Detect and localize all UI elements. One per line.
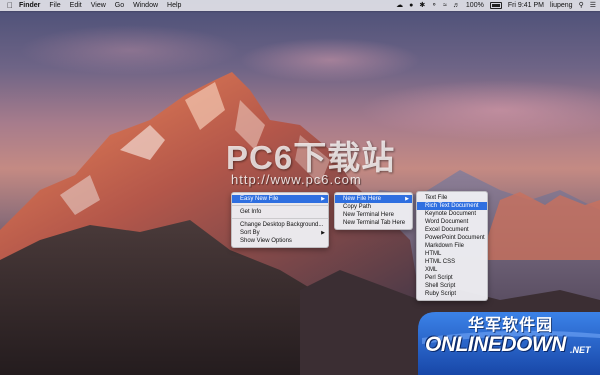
submenu-arrow-icon: ▶ [321, 196, 325, 202]
menu-item-easy-new-file[interactable]: Easy New File ▶ [232, 195, 328, 203]
menu-item-label: Text File [425, 195, 448, 201]
menu-item-label: XML [425, 267, 438, 273]
menu-item-get-info[interactable]: Get Info [232, 208, 328, 216]
logo-chinese-text: 华军软件园 [468, 317, 554, 334]
volume-icon[interactable]: ♬ [453, 0, 460, 11]
menu-item-label: Get Info [240, 209, 262, 215]
menu-item-label: Copy Path [343, 204, 372, 210]
menu-item-label: Keynote Document [425, 211, 477, 217]
menu-view[interactable]: View [91, 0, 106, 11]
menu-item-label: Show View Options [240, 238, 292, 244]
menu-file[interactable]: File [49, 0, 60, 11]
menubar-user[interactable]: liupeng [550, 0, 573, 11]
menu-item-label: Ruby Script [425, 291, 457, 297]
menu-item-word-document[interactable]: Word Document [417, 218, 487, 226]
menubar-status-area: ☁ ● ✱ ⚬ ≈ ♬ 100% Fri 9:41 PM liupeng ⚲ ☰ [390, 0, 596, 11]
menu-help[interactable]: Help [167, 0, 181, 11]
cloud-icon[interactable]: ☁ [396, 0, 403, 11]
search-icon[interactable]: ⚲ [579, 0, 584, 11]
desktop-context-menu: Easy New File ▶ Get Info Change Desktop … [231, 192, 329, 248]
menu-item-new-terminal-here[interactable]: New Terminal Here [335, 211, 412, 219]
menu-item-excel-document[interactable]: Excel Document [417, 226, 487, 234]
menu-item-label: Shell Script [425, 283, 456, 289]
battery-icon[interactable] [489, 2, 502, 9]
bluetooth-icon[interactable]: ✱ [419, 0, 425, 11]
menu-item-copy-path[interactable]: Copy Path [335, 203, 412, 211]
menu-item-label: HTML [425, 251, 442, 257]
menu-item-label: Easy New File [240, 196, 279, 202]
menu-item-label: HTML CSS [425, 259, 456, 265]
menu-separator [232, 205, 328, 206]
battery-percent[interactable]: 100% [466, 0, 484, 11]
menu-item-perl-script[interactable]: Perl Script [417, 274, 487, 282]
menu-go[interactable]: Go [115, 0, 124, 11]
menu-item-new-terminal-tab-here[interactable]: New Terminal Tab Here [335, 219, 412, 227]
menu-item-powerpoint-document[interactable]: PowerPoint Document [417, 234, 487, 242]
menu-item-label: Excel Document [425, 227, 469, 233]
menu-item-ruby-script[interactable]: Ruby Script [417, 290, 487, 298]
watermark-url: http://www.pc6.com [231, 172, 362, 187]
chat-icon[interactable]: ● [409, 0, 413, 11]
menu-item-text-file[interactable]: Text File [417, 194, 487, 202]
menu-item-sort-by[interactable]: Sort By ▶ [232, 229, 328, 237]
menu-separator [232, 218, 328, 219]
menu-bar:  Finder File Edit View Go Window Help ☁… [0, 0, 600, 11]
new-file-here-submenu: Text File Rich Text Document Keynote Doc… [416, 191, 488, 301]
wifi-icon[interactable]: ≈ [443, 0, 447, 11]
menu-item-label: New Terminal Here [343, 212, 394, 218]
menu-item-show-view-options[interactable]: Show View Options [232, 237, 328, 245]
menubar-clock[interactable]: Fri 9:41 PM [508, 0, 544, 11]
submenu-arrow-icon: ▶ [405, 196, 409, 202]
menu-item-label: New Terminal Tab Here [343, 220, 406, 226]
apple-logo-icon[interactable]:  [7, 0, 13, 11]
submenu-arrow-icon: ▶ [321, 230, 325, 236]
menu-item-new-file-here[interactable]: New File Here ▶ [335, 195, 412, 203]
menu-finder[interactable]: Finder [19, 0, 40, 11]
menu-item-change-desktop-background[interactable]: Change Desktop Background... [232, 221, 328, 229]
logo-suffix-text: .NET [570, 345, 591, 355]
menu-item-markdown-file[interactable]: Markdown File [417, 242, 487, 250]
menu-edit[interactable]: Edit [70, 0, 82, 11]
easy-new-file-submenu: New File Here ▶ Copy Path New Terminal H… [334, 192, 413, 230]
logo-english-text: ONLINEDOWN [425, 333, 566, 356]
menu-item-keynote-document[interactable]: Keynote Document [417, 210, 487, 218]
menu-item-label: New File Here [343, 196, 382, 202]
menu-item-label: Perl Script [425, 275, 453, 281]
menu-item-html-css[interactable]: HTML CSS [417, 258, 487, 266]
menu-window[interactable]: Window [133, 0, 158, 11]
menu-item-label: Rich Text Document [425, 203, 479, 209]
menu-item-label: Word Document [425, 219, 469, 225]
menu-item-label: Markdown File [425, 243, 465, 249]
menu-item-label: Change Desktop Background... [240, 222, 324, 228]
notification-center-icon[interactable]: ☰ [590, 0, 596, 11]
menu-item-html[interactable]: HTML [417, 250, 487, 258]
menu-item-label: PowerPoint Document [425, 235, 485, 241]
sync-icon[interactable]: ⚬ [431, 0, 437, 11]
menu-item-xml[interactable]: XML [417, 266, 487, 274]
menu-item-shell-script[interactable]: Shell Script [417, 282, 487, 290]
menu-item-rich-text-document[interactable]: Rich Text Document [417, 202, 487, 210]
menu-item-label: Sort By [240, 230, 260, 236]
